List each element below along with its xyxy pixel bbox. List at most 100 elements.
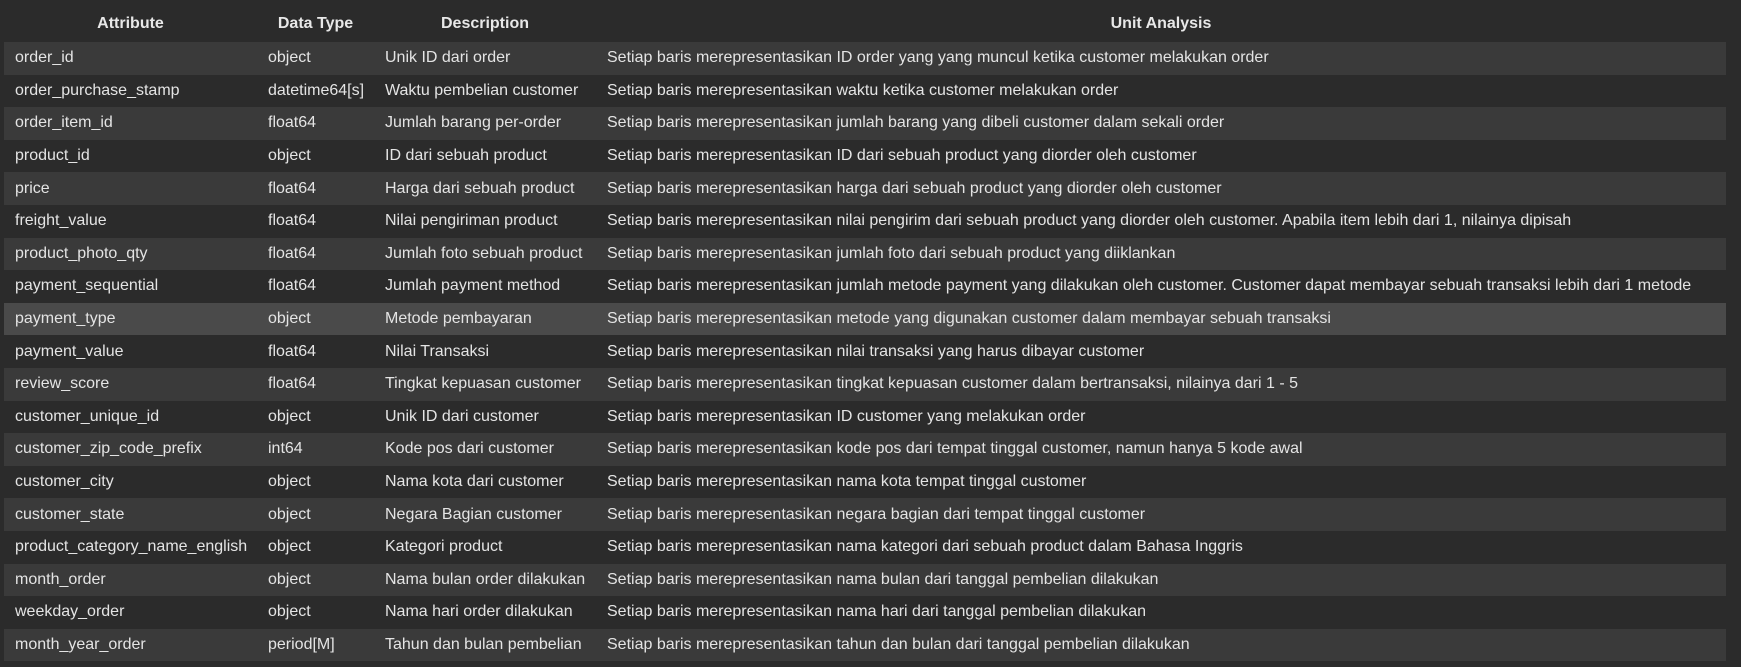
cell-description: Jumlah barang per-order: [374, 107, 596, 140]
header-data-type: Data Type: [257, 6, 374, 42]
cell-unit-analysis: Setiap baris merepresentasikan nama bula…: [596, 563, 1726, 597]
table-row: review_score float64 Tingkat kepuasan cust…: [4, 367, 1726, 401]
cell-description: Tahun dan bulan pembelian: [374, 628, 596, 662]
cell-description: Kode pos dari customer: [374, 433, 596, 466]
cell-data-type: object: [257, 139, 374, 173]
cell-data-type: float64: [257, 107, 374, 140]
cell-description: ID dari sebuah product: [374, 139, 596, 173]
cell-unit-analysis: Setiap baris merepresentasikan nama hari…: [596, 596, 1726, 629]
cell-data-type: object: [257, 400, 374, 434]
table-row: product_id object ID dari sebuah product Se…: [4, 139, 1726, 173]
cell-data-type: period[M]: [257, 628, 374, 662]
header-description: Description: [374, 6, 596, 42]
cell-attribute: product_category_name_english: [4, 530, 257, 564]
cell-description: Negara Bagian customer: [374, 498, 596, 531]
cell-unit-analysis: Setiap baris merepresentasikan waktu ket…: [596, 74, 1726, 108]
table-row: customer_city object Nama kota dari custom…: [4, 465, 1726, 499]
cell-description: Jumlah foto sebuah product: [374, 237, 596, 271]
table-row: month_year_order period[M] Tahun dan bulan…: [4, 628, 1726, 662]
cell-attribute: freight_value: [4, 204, 257, 238]
cell-unit-analysis: Setiap baris merepresentasikan metode ya…: [596, 302, 1726, 336]
table-row: customer_unique_id object Unik ID dari cus…: [4, 400, 1726, 434]
cell-description: Waktu pembelian customer: [374, 74, 596, 108]
cell-attribute: payment_sequential: [4, 270, 257, 303]
table-row: customer_state object Negara Bagian custom…: [4, 498, 1726, 531]
cell-data-type: object: [257, 302, 374, 336]
table-row: order_id object Unik ID dari order Setiap b…: [4, 42, 1726, 75]
cell-description: Unik ID dari customer: [374, 400, 596, 434]
cell-unit-analysis: Setiap baris merepresentasikan tahun dan…: [596, 628, 1726, 662]
cell-description: Harga dari sebuah product: [374, 172, 596, 205]
table-header: Attribute Data Type Description Unit Ana…: [4, 6, 1726, 42]
cell-unit-analysis: Setiap baris merepresentasikan jumlah ba…: [596, 107, 1726, 140]
cell-attribute: product_id: [4, 139, 257, 173]
cell-data-type: object: [257, 530, 374, 564]
cell-unit-analysis: Setiap baris merepresentasikan harga dar…: [596, 172, 1726, 205]
table-row: order_item_id float64 Jumlah barang per-or…: [4, 107, 1726, 140]
cell-unit-analysis: Setiap baris merepresentasikan nama kota…: [596, 465, 1726, 499]
cell-description: Nama bulan order dilakukan: [374, 563, 596, 597]
cell-unit-analysis: Setiap baris merepresentasikan nama kate…: [596, 530, 1726, 564]
cell-data-type: float64: [257, 270, 374, 303]
cell-attribute: customer_zip_code_prefix: [4, 433, 257, 466]
cell-unit-analysis: Setiap baris merepresentasikan kode pos …: [596, 433, 1726, 466]
table-container: Attribute Data Type Description Unit Ana…: [0, 0, 1741, 662]
cell-data-type: float64: [257, 237, 374, 271]
cell-attribute: price: [4, 172, 257, 205]
header-row: Attribute Data Type Description Unit Ana…: [4, 6, 1726, 42]
cell-description: Metode pembayaran: [374, 302, 596, 336]
cell-description: Kategori product: [374, 530, 596, 564]
cell-data-type: object: [257, 465, 374, 499]
cell-data-type: object: [257, 42, 374, 75]
header-attribute: Attribute: [4, 6, 257, 42]
cell-unit-analysis: Setiap baris merepresentasikan nilai tra…: [596, 335, 1726, 368]
cell-unit-analysis: Setiap baris merepresentasikan jumlah me…: [596, 270, 1726, 303]
cell-data-type: object: [257, 596, 374, 629]
cell-attribute: order_id: [4, 42, 257, 75]
table-row: customer_zip_code_prefix int64 Kode pos da…: [4, 433, 1726, 466]
cell-attribute: customer_city: [4, 465, 257, 499]
cell-attribute: review_score: [4, 367, 257, 401]
cell-attribute: order_item_id: [4, 107, 257, 140]
cell-description: Unik ID dari order: [374, 42, 596, 75]
cell-description: Jumlah payment method: [374, 270, 596, 303]
cell-data-type: float64: [257, 367, 374, 401]
cell-unit-analysis: Setiap baris merepresentasikan jumlah fo…: [596, 237, 1726, 271]
cell-unit-analysis: Setiap baris merepresentasikan negara ba…: [596, 498, 1726, 531]
attribute-table: Attribute Data Type Description Unit Ana…: [4, 6, 1726, 662]
header-unit-analysis: Unit Analysis: [596, 6, 1726, 42]
cell-data-type: int64: [257, 433, 374, 466]
table-row: product_photo_qty float64 Jumlah foto sebu…: [4, 237, 1726, 271]
cell-unit-analysis: Setiap baris merepresentasikan ID dari s…: [596, 139, 1726, 173]
cell-data-type: object: [257, 563, 374, 597]
cell-description: Nilai pengiriman product: [374, 204, 596, 238]
cell-data-type: object: [257, 498, 374, 531]
cell-attribute: customer_state: [4, 498, 257, 531]
cell-unit-analysis: Setiap baris merepresentasikan ID order …: [596, 42, 1726, 75]
cell-attribute: customer_unique_id: [4, 400, 257, 434]
table-row: payment_value float64 Nilai Transaksi Setia…: [4, 335, 1726, 368]
table-row: weekday_order object Nama hari order dilak…: [4, 596, 1726, 629]
cell-attribute: month_year_order: [4, 628, 257, 662]
table-row: product_category_name_english object Kateg…: [4, 530, 1726, 564]
table-row: price float64 Harga dari sebuah product Set…: [4, 172, 1726, 205]
cell-unit-analysis: Setiap baris merepresentasikan tingkat k…: [596, 367, 1726, 401]
cell-description: Nama kota dari customer: [374, 465, 596, 499]
cell-description: Tingkat kepuasan customer: [374, 367, 596, 401]
cell-description: Nama hari order dilakukan: [374, 596, 596, 629]
cell-unit-analysis: Setiap baris merepresentasikan nilai pen…: [596, 204, 1726, 238]
table-row: order_purchase_stamp datetime64[s] Waktu p…: [4, 74, 1726, 108]
table-body: order_id object Unik ID dari order Setiap b…: [4, 42, 1726, 662]
cell-attribute: product_photo_qty: [4, 237, 257, 271]
cell-data-type: float64: [257, 172, 374, 205]
cell-attribute: month_order: [4, 563, 257, 597]
cell-attribute: payment_type: [4, 302, 257, 336]
table-row: freight_value float64 Nilai pengiriman pro…: [4, 204, 1726, 238]
cell-attribute: order_purchase_stamp: [4, 74, 257, 108]
cell-data-type: datetime64[s]: [257, 74, 374, 108]
table-row: payment_sequential float64 Jumlah payment …: [4, 270, 1726, 303]
table-row: month_order object Nama bulan order dilaku…: [4, 563, 1726, 597]
cell-description: Nilai Transaksi: [374, 335, 596, 368]
cell-attribute: weekday_order: [4, 596, 257, 629]
cell-data-type: float64: [257, 335, 374, 368]
